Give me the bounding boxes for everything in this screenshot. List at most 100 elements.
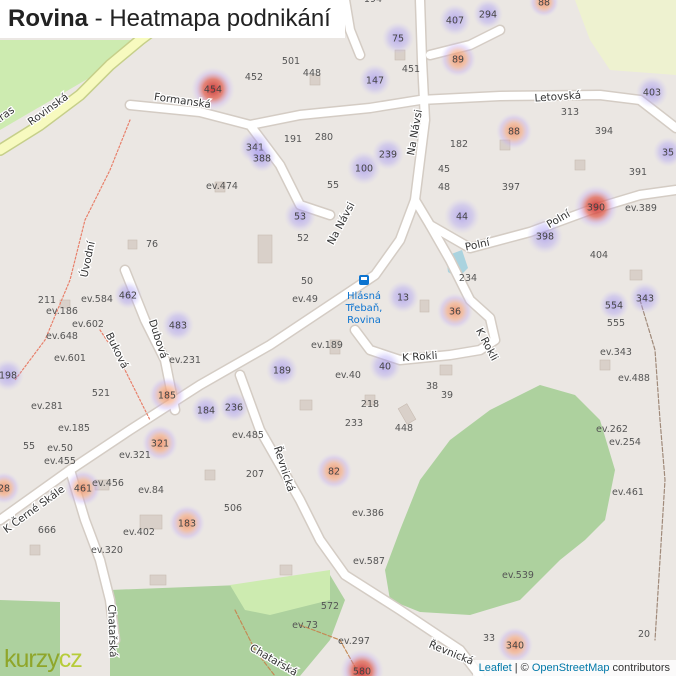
leaflet-link[interactable]: Leaflet xyxy=(479,662,512,674)
address-number: ev.485 xyxy=(232,430,264,441)
address-number: 572 xyxy=(321,601,339,612)
heat-point[interactable]: 189 xyxy=(266,354,298,386)
address-number: 55 xyxy=(23,441,35,452)
heat-point-label: 398 xyxy=(536,232,554,243)
address-number: ev.602 xyxy=(72,319,104,330)
address-number: 501 xyxy=(282,56,300,67)
address-number: ev.231 xyxy=(169,355,201,366)
address-number: ev.402 xyxy=(123,527,155,538)
heat-point[interactable]: 40 xyxy=(369,350,401,382)
address-number: ev.262 xyxy=(596,424,628,435)
heat-point[interactable]: 75 xyxy=(382,22,414,54)
map-canvas[interactable]: 4543905804077589403883413881471002395344… xyxy=(0,0,676,676)
building xyxy=(127,239,138,250)
heat-point-label: 462 xyxy=(119,291,137,302)
address-number: 52 xyxy=(297,233,309,244)
heat-point[interactable]: 390 xyxy=(574,185,618,229)
heat-point-label: 390 xyxy=(587,203,605,214)
building xyxy=(419,299,430,313)
heat-point[interactable]: 88 xyxy=(496,113,532,149)
heat-point[interactable]: 89 xyxy=(440,41,476,77)
heat-point-label: 340 xyxy=(506,641,524,652)
street-label: Polní xyxy=(464,236,492,253)
heat-point-label: 183 xyxy=(178,519,196,530)
building xyxy=(397,403,417,425)
heat-point[interactable]: 185 xyxy=(149,377,185,413)
heat-point[interactable]: 147 xyxy=(359,64,391,96)
heat-point[interactable]: 462 xyxy=(114,281,142,309)
heat-point[interactable]: 88 xyxy=(529,0,559,17)
osm-link[interactable]: OpenStreetMap xyxy=(532,662,610,674)
address-number: 506 xyxy=(224,503,242,514)
attribution-contributors: contributors xyxy=(609,662,670,674)
address-number: ev.474 xyxy=(206,181,238,192)
bus-stop[interactable]: Hlásná Třebaň, Rovina xyxy=(345,275,383,326)
address-number: 207 xyxy=(246,469,264,480)
address-number: 451 xyxy=(402,64,420,75)
logo-brand-suffix: cz xyxy=(58,645,83,673)
heat-point[interactable]: 44 xyxy=(444,198,480,234)
heat-point[interactable]: 184 xyxy=(191,395,221,425)
building xyxy=(574,159,586,171)
heat-point-label: 461 xyxy=(74,484,92,495)
heat-point[interactable]: 198 xyxy=(0,359,24,391)
heat-point[interactable]: 82 xyxy=(316,453,352,489)
heat-point[interactable]: 28 xyxy=(0,472,20,504)
address-number: 234 xyxy=(459,273,477,284)
heat-point[interactable]: 35 xyxy=(653,137,676,167)
heat-point[interactable]: 388 xyxy=(248,144,276,172)
bus-stop-name-line1: Hlásná xyxy=(347,290,381,302)
page-title: Rovina - Heatmapa podnikání xyxy=(0,0,345,38)
address-number: 313 xyxy=(561,107,579,118)
address-number: ev.50 xyxy=(47,443,73,454)
heat-point-label: 82 xyxy=(328,467,340,478)
building xyxy=(279,564,293,576)
building xyxy=(257,234,273,264)
building xyxy=(629,269,643,281)
address-number: ev.186 xyxy=(46,306,78,317)
heat-point[interactable]: 183 xyxy=(169,505,205,541)
building xyxy=(204,469,216,481)
bus-stop-name-line3: Rovina xyxy=(347,315,381,326)
address-number: ev.584 xyxy=(81,294,113,305)
heat-point[interactable]: 407 xyxy=(439,4,471,36)
address-number: ev.321 xyxy=(119,450,151,461)
address-number: 280 xyxy=(315,132,333,143)
address-number: 55 xyxy=(327,180,339,191)
heat-point[interactable]: 403 xyxy=(636,76,668,108)
address-number: 191 xyxy=(284,134,302,145)
heat-point-label: 53 xyxy=(294,212,306,223)
address-number: ev.461 xyxy=(612,487,644,498)
heat-point-label: 580 xyxy=(353,667,371,676)
logo-brand-main: kurzy xyxy=(4,645,60,673)
address-number: 448 xyxy=(395,423,413,434)
heat-point[interactable]: 343 xyxy=(629,282,661,314)
heat-point-label: 100 xyxy=(355,164,373,175)
bus-stop-name-line2: Třebaň, xyxy=(345,302,383,314)
heat-point[interactable]: 36 xyxy=(437,293,473,329)
street-label: Letovská xyxy=(534,89,581,104)
heat-point-label: 388 xyxy=(253,154,271,165)
heat-point[interactable]: 554 xyxy=(599,290,629,320)
address-number: 76 xyxy=(146,239,158,250)
address-number: 50 xyxy=(301,276,313,287)
heat-point-label: 28 xyxy=(0,484,10,495)
heat-point[interactable]: 236 xyxy=(219,392,249,422)
heat-point-label: 239 xyxy=(379,150,397,161)
heat-point[interactable]: 239 xyxy=(372,138,404,170)
address-number: ev.189 xyxy=(311,340,343,351)
address-number: ev.84 xyxy=(138,485,164,496)
address-number: 404 xyxy=(590,250,608,261)
heat-point[interactable]: 294 xyxy=(473,0,503,29)
heat-point[interactable]: 340 xyxy=(497,627,533,663)
heat-point-label: 35 xyxy=(662,148,674,159)
heat-point[interactable]: 13 xyxy=(387,281,419,313)
heat-point[interactable]: 53 xyxy=(284,200,316,232)
kurzy-logo[interactable]: kurzycz xyxy=(4,645,83,674)
address-number: 48 xyxy=(438,182,450,193)
address-number: ev.40 xyxy=(335,370,361,381)
heat-point[interactable]: 483 xyxy=(162,309,194,341)
address-number: ev.587 xyxy=(353,556,385,567)
heat-point-label: 554 xyxy=(605,301,623,312)
address-number: 448 xyxy=(303,68,321,79)
